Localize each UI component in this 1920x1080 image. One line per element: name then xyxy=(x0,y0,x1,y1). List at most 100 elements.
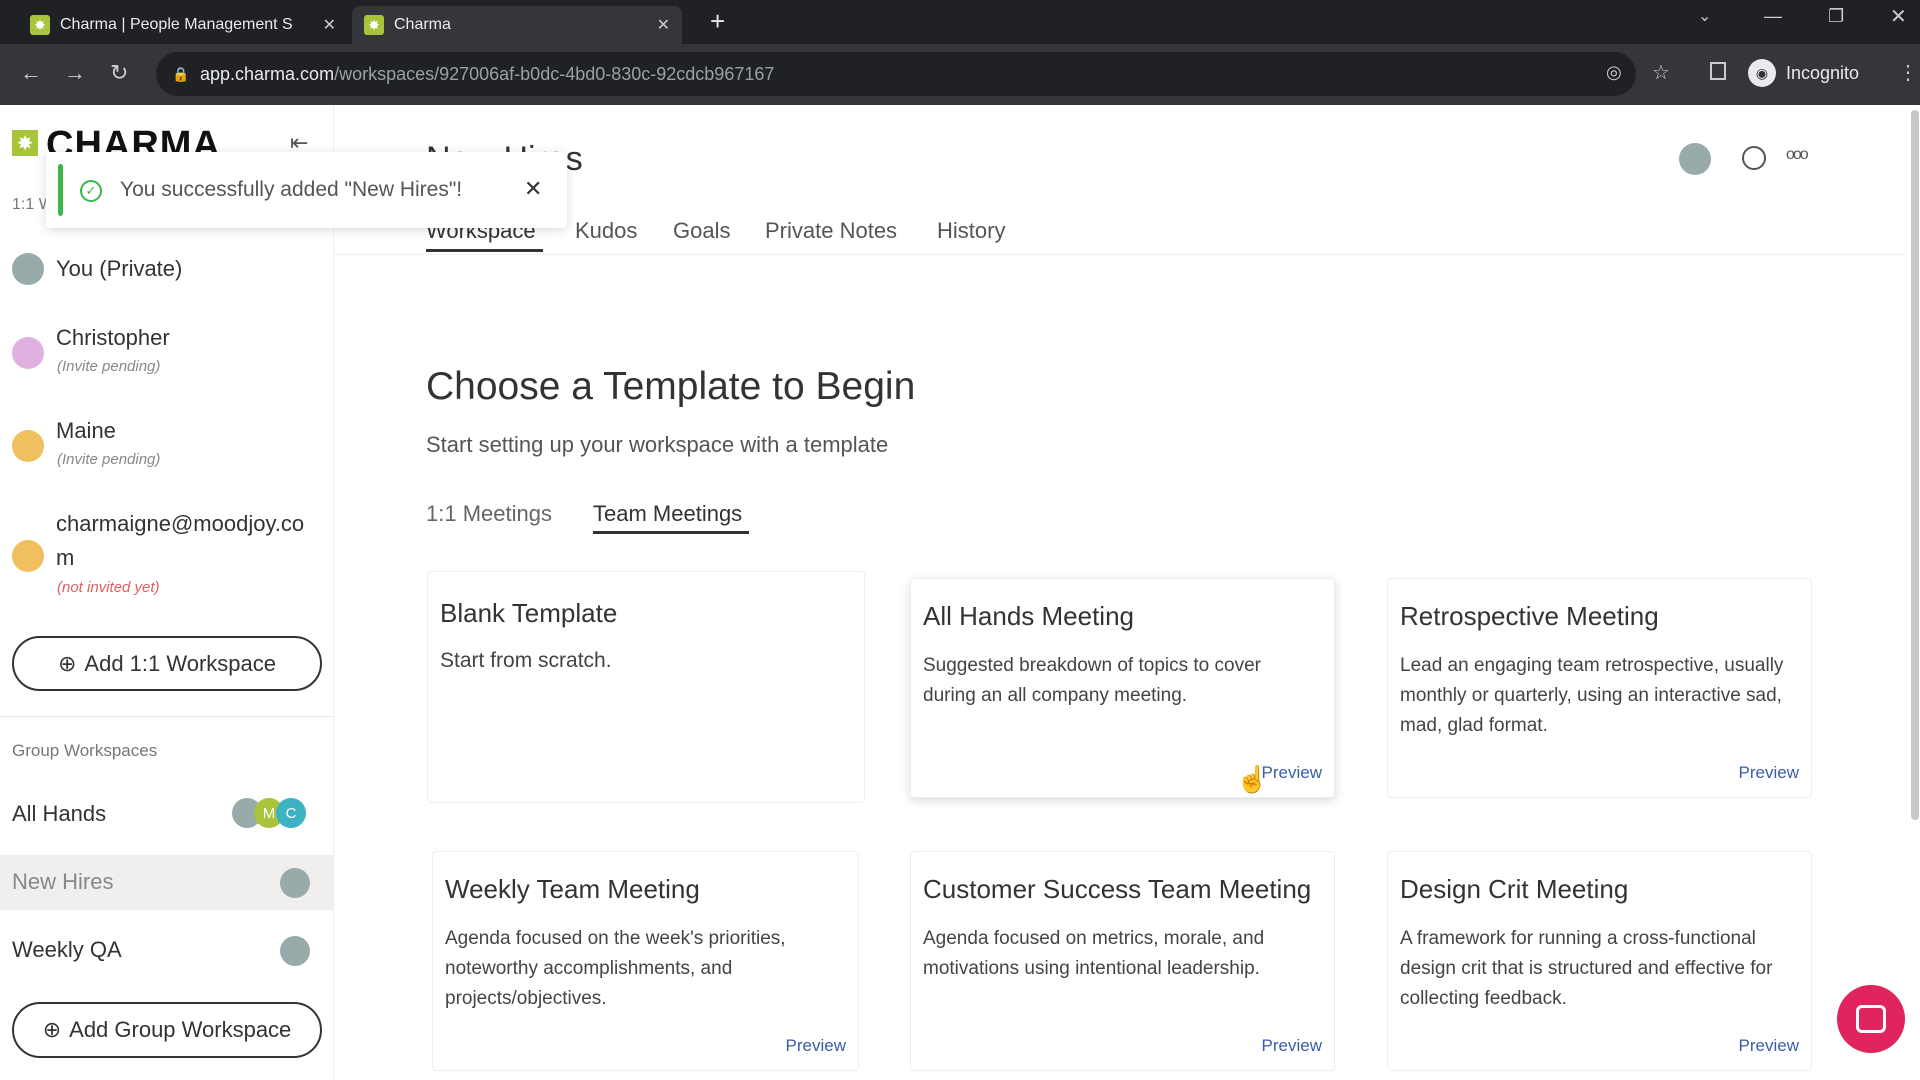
close-toast-icon[interactable]: ✕ xyxy=(524,176,542,202)
new-tab-icon[interactable]: + xyxy=(710,6,725,37)
url-host: app.charma.com xyxy=(200,63,335,84)
card-title: Retrospective Meeting xyxy=(1400,601,1659,631)
tab-history[interactable]: History xyxy=(937,218,1005,244)
person-name: You (Private) xyxy=(56,256,183,281)
card-desc: Lead an engaging team retrospective, usu… xyxy=(1400,655,1784,736)
tab-kudos[interactable]: Kudos xyxy=(575,218,637,244)
card-desc: Suggested breakdown of topics to cover d… xyxy=(923,655,1261,706)
more-options-icon[interactable]: ooo xyxy=(1786,146,1809,164)
history-clock-icon[interactable] xyxy=(1742,146,1766,170)
active-template-tab-underline xyxy=(593,531,749,534)
template-tab-1on1[interactable]: 1:1 Meetings xyxy=(426,501,552,527)
url-bar[interactable]: 🔒 app.charma.com/workspaces/927006af-b0dc… xyxy=(156,52,1636,96)
template-heading: Choose a Template to Begin xyxy=(426,365,916,408)
browser-tab-active[interactable]: ✸ Charma ✕ xyxy=(352,6,682,44)
card-title: All Hands Meeting xyxy=(923,601,1134,631)
workspace-charmaigne[interactable]: charmaigne@moodjoy.co xyxy=(56,511,304,537)
tab-title: Charma | People Management S xyxy=(60,16,293,33)
plus-circle-icon: ⊕ xyxy=(42,1017,62,1042)
template-tab-team[interactable]: Team Meetings xyxy=(593,501,742,527)
group-new-hires[interactable]: New Hires xyxy=(12,869,113,895)
tab-private-notes[interactable]: Private Notes xyxy=(765,218,897,244)
add-group-workspace-button[interactable]: ⊕ Add Group Workspace xyxy=(12,1002,322,1058)
preview-link[interactable]: Preview xyxy=(1739,1036,1799,1056)
avatar[interactable] xyxy=(1679,143,1711,175)
charma-favicon: ✸ xyxy=(364,15,384,35)
lock-icon: 🔒 xyxy=(172,65,190,82)
button-label: Add Group Workspace xyxy=(69,1017,292,1042)
avatar xyxy=(12,337,44,369)
card-desc: Start from scratch. xyxy=(440,649,612,672)
workspace-charmaigne-wrap: m xyxy=(56,545,75,570)
template-card-blank[interactable]: Blank Template Start from scratch. xyxy=(427,571,865,803)
success-toast: ✓ You successfully added "New Hires"! ✕ xyxy=(46,152,567,228)
invite-status: (Invite pending) xyxy=(57,358,161,375)
profile-label: Incognito xyxy=(1786,62,1860,83)
plus-circle-icon: ⊕ xyxy=(57,650,77,676)
window-close-icon[interactable]: ✕ xyxy=(1890,4,1907,29)
template-card-all-hands[interactable]: All Hands Meeting Suggested breakdown of … xyxy=(910,578,1335,798)
tab-search-icon[interactable]: ⌄ xyxy=(1698,6,1711,26)
browser-tab[interactable]: ✸ Charma | People Management S ✕ xyxy=(18,6,348,44)
hand-cursor-icon: ☝ xyxy=(1236,764,1269,794)
template-card-retrospective[interactable]: Retrospective Meeting Lead an engaging te… xyxy=(1387,578,1812,798)
incognito-profile[interactable]: ◉ Incognito xyxy=(1748,58,1859,88)
chat-button[interactable] xyxy=(1837,985,1905,1053)
eye-off-icon[interactable]: ◎ xyxy=(1606,62,1622,83)
template-card-customer-success[interactable]: Customer Success Team Meeting Agenda focu… xyxy=(910,851,1335,1071)
minimize-icon[interactable]: — xyxy=(1764,6,1782,27)
avatar: C xyxy=(276,798,306,828)
invite-status: (Invite pending) xyxy=(57,451,161,468)
active-tab-underline xyxy=(426,249,543,252)
group-workspaces-header: Group Workspaces xyxy=(12,741,158,760)
check-circle-icon: ✓ xyxy=(80,180,102,202)
close-tab-icon[interactable]: ✕ xyxy=(323,15,336,35)
tab-goals[interactable]: Goals xyxy=(673,218,730,244)
button-label: Add 1:1 Workspace xyxy=(84,650,277,676)
template-card-weekly-team[interactable]: Weekly Team Meeting Agenda focused on the… xyxy=(432,851,859,1071)
charma-favicon: ✸ xyxy=(30,15,50,35)
star-icon[interactable]: ☆ xyxy=(1652,60,1670,85)
preview-link[interactable]: Preview xyxy=(1262,1036,1322,1056)
forward-icon[interactable]: → xyxy=(64,60,86,86)
add-1on1-workspace-button[interactable]: ⊕ Add 1:1 Workspace xyxy=(12,636,322,691)
card-desc: Agenda focused on metrics, morale, and m… xyxy=(923,928,1265,979)
reload-icon[interactable]: ↻ xyxy=(110,60,128,86)
toast-accent xyxy=(58,164,63,216)
preview-link[interactable]: Preview xyxy=(1262,763,1322,783)
toast-message: You successfully added "New Hires"! xyxy=(120,178,463,201)
back-icon[interactable]: ← xyxy=(20,60,42,86)
workspace-you-private[interactable]: You (Private) xyxy=(12,253,182,285)
browser-menu-icon[interactable]: ⋮ xyxy=(1898,60,1918,85)
card-title: Customer Success Team Meeting xyxy=(923,874,1312,904)
card-title: Blank Template xyxy=(440,598,618,628)
avatar xyxy=(12,540,44,572)
group-all-hands[interactable]: All Hands xyxy=(12,801,106,827)
preview-link[interactable]: Preview xyxy=(1739,763,1799,783)
scrollbar[interactable] xyxy=(1911,110,1919,820)
card-desc: A framework for running a cross-function… xyxy=(1400,928,1773,1009)
invite-status: (not invited yet) xyxy=(57,579,160,596)
preview-link[interactable]: Preview xyxy=(786,1036,846,1056)
avatar xyxy=(12,253,44,285)
avatar xyxy=(280,936,310,966)
avatar xyxy=(12,430,44,462)
divider xyxy=(0,716,334,717)
sidebar xyxy=(0,105,334,1080)
url-path: /workspaces/927006af-b0dc-4bd0-830c-92cd… xyxy=(334,63,775,84)
tab-title: Charma xyxy=(394,16,451,33)
workspace-christopher[interactable]: Christopher xyxy=(56,325,170,351)
charma-logo-icon: ✸ xyxy=(12,130,38,156)
card-title: Design Crit Meeting xyxy=(1400,874,1629,904)
member-avatars: MC xyxy=(232,798,306,828)
side-panel-icon[interactable] xyxy=(1710,62,1726,80)
workspace-maine[interactable]: Maine xyxy=(56,418,116,444)
close-tab-icon[interactable]: ✕ xyxy=(657,15,670,35)
card-title: Weekly Team Meeting xyxy=(445,874,700,904)
restore-icon[interactable]: ❐ xyxy=(1828,6,1844,27)
template-subheading: Start setting up your workspace with a t… xyxy=(426,432,889,457)
template-card-design-crit[interactable]: Design Crit Meeting A framework for runni… xyxy=(1387,851,1812,1071)
card-desc: Agenda focused on the week's priorities,… xyxy=(445,928,786,1009)
group-weekly-qa[interactable]: Weekly QA xyxy=(12,937,122,963)
incognito-icon: ◉ xyxy=(1748,59,1776,87)
